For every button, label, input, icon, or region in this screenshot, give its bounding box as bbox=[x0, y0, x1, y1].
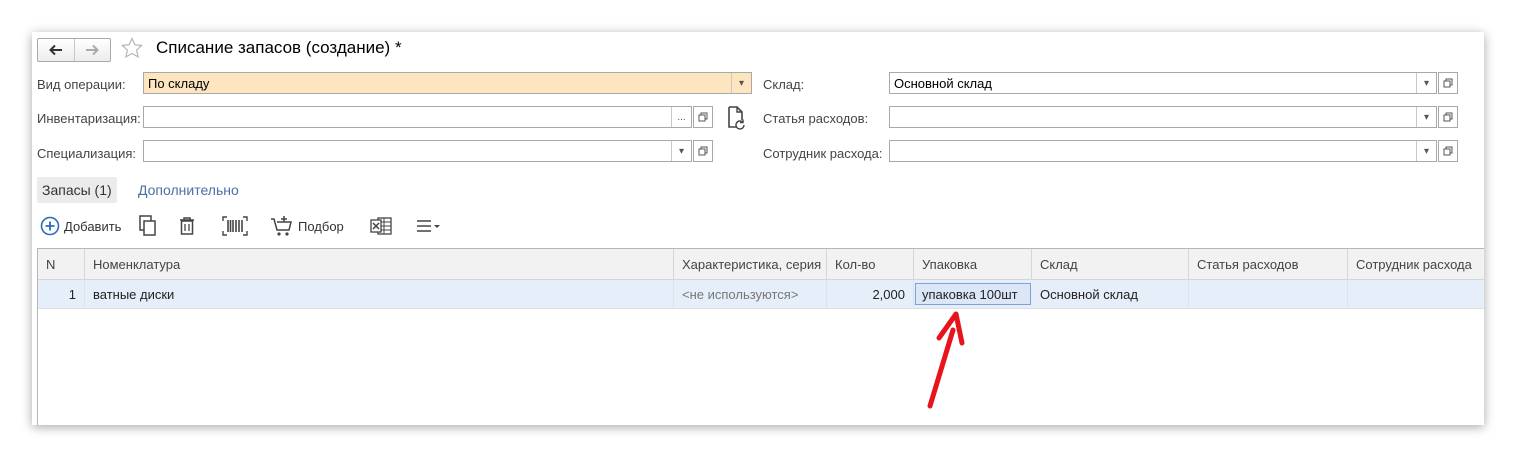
tab-additional[interactable]: Дополнительно bbox=[138, 177, 239, 203]
inventory-field[interactable]: ... bbox=[143, 106, 692, 128]
open-warehouse-button[interactable] bbox=[1438, 72, 1458, 94]
cell-employee[interactable] bbox=[1348, 280, 1484, 308]
specialization-field[interactable]: ▾ bbox=[143, 140, 692, 162]
annotation-arrow-icon bbox=[927, 311, 965, 409]
dropdown-button[interactable]: ▾ bbox=[1416, 107, 1436, 127]
forward-button[interactable] bbox=[73, 39, 111, 61]
open-inventory-button[interactable] bbox=[693, 106, 713, 128]
page-title: Списание запасов (создание) * bbox=[156, 38, 402, 57]
delete-button[interactable] bbox=[178, 215, 196, 237]
add-button-label: Добавить bbox=[64, 218, 122, 234]
cell-warehouse[interactable]: Основной склад bbox=[1032, 280, 1189, 308]
cell-characteristic[interactable]: <не используются> bbox=[674, 280, 827, 308]
excel-button[interactable] bbox=[370, 215, 392, 237]
pick-button[interactable]: Подбор bbox=[270, 215, 344, 237]
dropdown-button[interactable]: ▾ bbox=[1416, 73, 1436, 93]
column-header-package[interactable]: Упаковка bbox=[914, 249, 1032, 279]
refresh-document-icon[interactable] bbox=[726, 106, 746, 130]
open-window-icon bbox=[1443, 112, 1453, 122]
open-window-icon bbox=[698, 112, 708, 122]
expense-employee-label: Сотрудник расхода: bbox=[763, 146, 883, 161]
add-button[interactable]: Добавить bbox=[40, 215, 121, 237]
arrow-left-icon bbox=[48, 44, 62, 56]
document-window: Списание запасов (создание) * Вид операц… bbox=[32, 32, 1484, 425]
trash-icon bbox=[180, 217, 194, 235]
barcode-icon bbox=[222, 216, 248, 236]
pick-button-label: Подбор bbox=[298, 218, 344, 234]
open-expense-employee-button[interactable] bbox=[1438, 140, 1458, 162]
back-button[interactable] bbox=[38, 39, 74, 61]
open-window-icon bbox=[698, 146, 708, 156]
warehouse-field[interactable]: Основной склад ▾ bbox=[889, 72, 1437, 94]
cell-package[interactable]: упаковка 100шт bbox=[915, 283, 1031, 305]
dropdown-button[interactable]: ▾ bbox=[731, 73, 751, 93]
cart-plus-icon bbox=[271, 216, 292, 236]
operation-type-label: Вид операции: bbox=[37, 77, 126, 92]
navigation-buttons bbox=[37, 38, 111, 62]
open-expense-item-button[interactable] bbox=[1438, 106, 1458, 128]
expense-item-label: Статья расходов: bbox=[763, 111, 869, 126]
warehouse-value: Основной склад bbox=[894, 76, 992, 91]
column-header-characteristic[interactable]: Характеристика, серия bbox=[674, 249, 827, 279]
cell-qty[interactable]: 2,000 bbox=[827, 280, 914, 308]
warehouse-label: Склад: bbox=[763, 77, 805, 92]
arrow-right-icon bbox=[86, 44, 100, 56]
column-header-employee[interactable]: Сотрудник расхода bbox=[1348, 249, 1484, 279]
dropdown-button[interactable]: ▾ bbox=[671, 141, 691, 161]
favorite-star-icon[interactable] bbox=[120, 36, 144, 60]
copy-icon bbox=[139, 215, 156, 236]
operation-type-field[interactable]: По складу ▾ bbox=[143, 72, 752, 94]
operation-type-value: По складу bbox=[148, 76, 210, 91]
menu-icon bbox=[417, 220, 440, 232]
specialization-label: Специализация: bbox=[37, 146, 136, 161]
open-specialization-button[interactable] bbox=[693, 140, 713, 162]
expense-item-field[interactable]: ▾ bbox=[889, 106, 1437, 128]
chevron-down-icon: ▾ bbox=[1423, 145, 1430, 157]
column-header-qty[interactable]: Кол-во bbox=[827, 249, 914, 279]
column-header-n[interactable]: N bbox=[38, 249, 85, 279]
cell-nomenclature[interactable]: ватные диски bbox=[85, 280, 674, 308]
tab-stock[interactable]: Запасы (1) bbox=[37, 177, 117, 203]
plus-circle-icon bbox=[40, 216, 60, 236]
choose-button[interactable]: ... bbox=[671, 107, 691, 127]
chevron-down-icon: ▾ bbox=[738, 77, 745, 89]
chevron-down-icon: ▾ bbox=[1423, 77, 1430, 89]
table-row[interactable]: 1 ватные диски <не используются> 2,000 у… bbox=[38, 280, 1484, 309]
copy-button[interactable] bbox=[138, 215, 158, 237]
column-header-nomenclature[interactable]: Номенклатура bbox=[85, 249, 674, 279]
chevron-down-icon: ▾ bbox=[678, 145, 685, 157]
open-window-icon bbox=[1443, 78, 1453, 88]
more-menu-button[interactable] bbox=[416, 215, 442, 237]
expense-employee-field[interactable]: ▾ bbox=[889, 140, 1437, 162]
column-header-expense-item[interactable]: Статья расходов bbox=[1189, 249, 1348, 279]
chevron-down-icon: ▾ bbox=[1423, 111, 1430, 123]
cell-n[interactable]: 1 bbox=[38, 280, 85, 308]
dropdown-button[interactable]: ▾ bbox=[1416, 141, 1436, 161]
barcode-button[interactable] bbox=[222, 215, 248, 237]
excel-icon bbox=[370, 217, 392, 235]
table-header: N Номенклатура Характеристика, серия Кол… bbox=[38, 249, 1484, 280]
cell-expense-item[interactable] bbox=[1189, 280, 1348, 308]
stock-table[interactable]: N Номенклатура Характеристика, серия Кол… bbox=[37, 248, 1484, 425]
inventory-label: Инвентаризация: bbox=[37, 111, 141, 126]
column-header-warehouse[interactable]: Склад bbox=[1032, 249, 1189, 279]
open-window-icon bbox=[1443, 146, 1453, 156]
